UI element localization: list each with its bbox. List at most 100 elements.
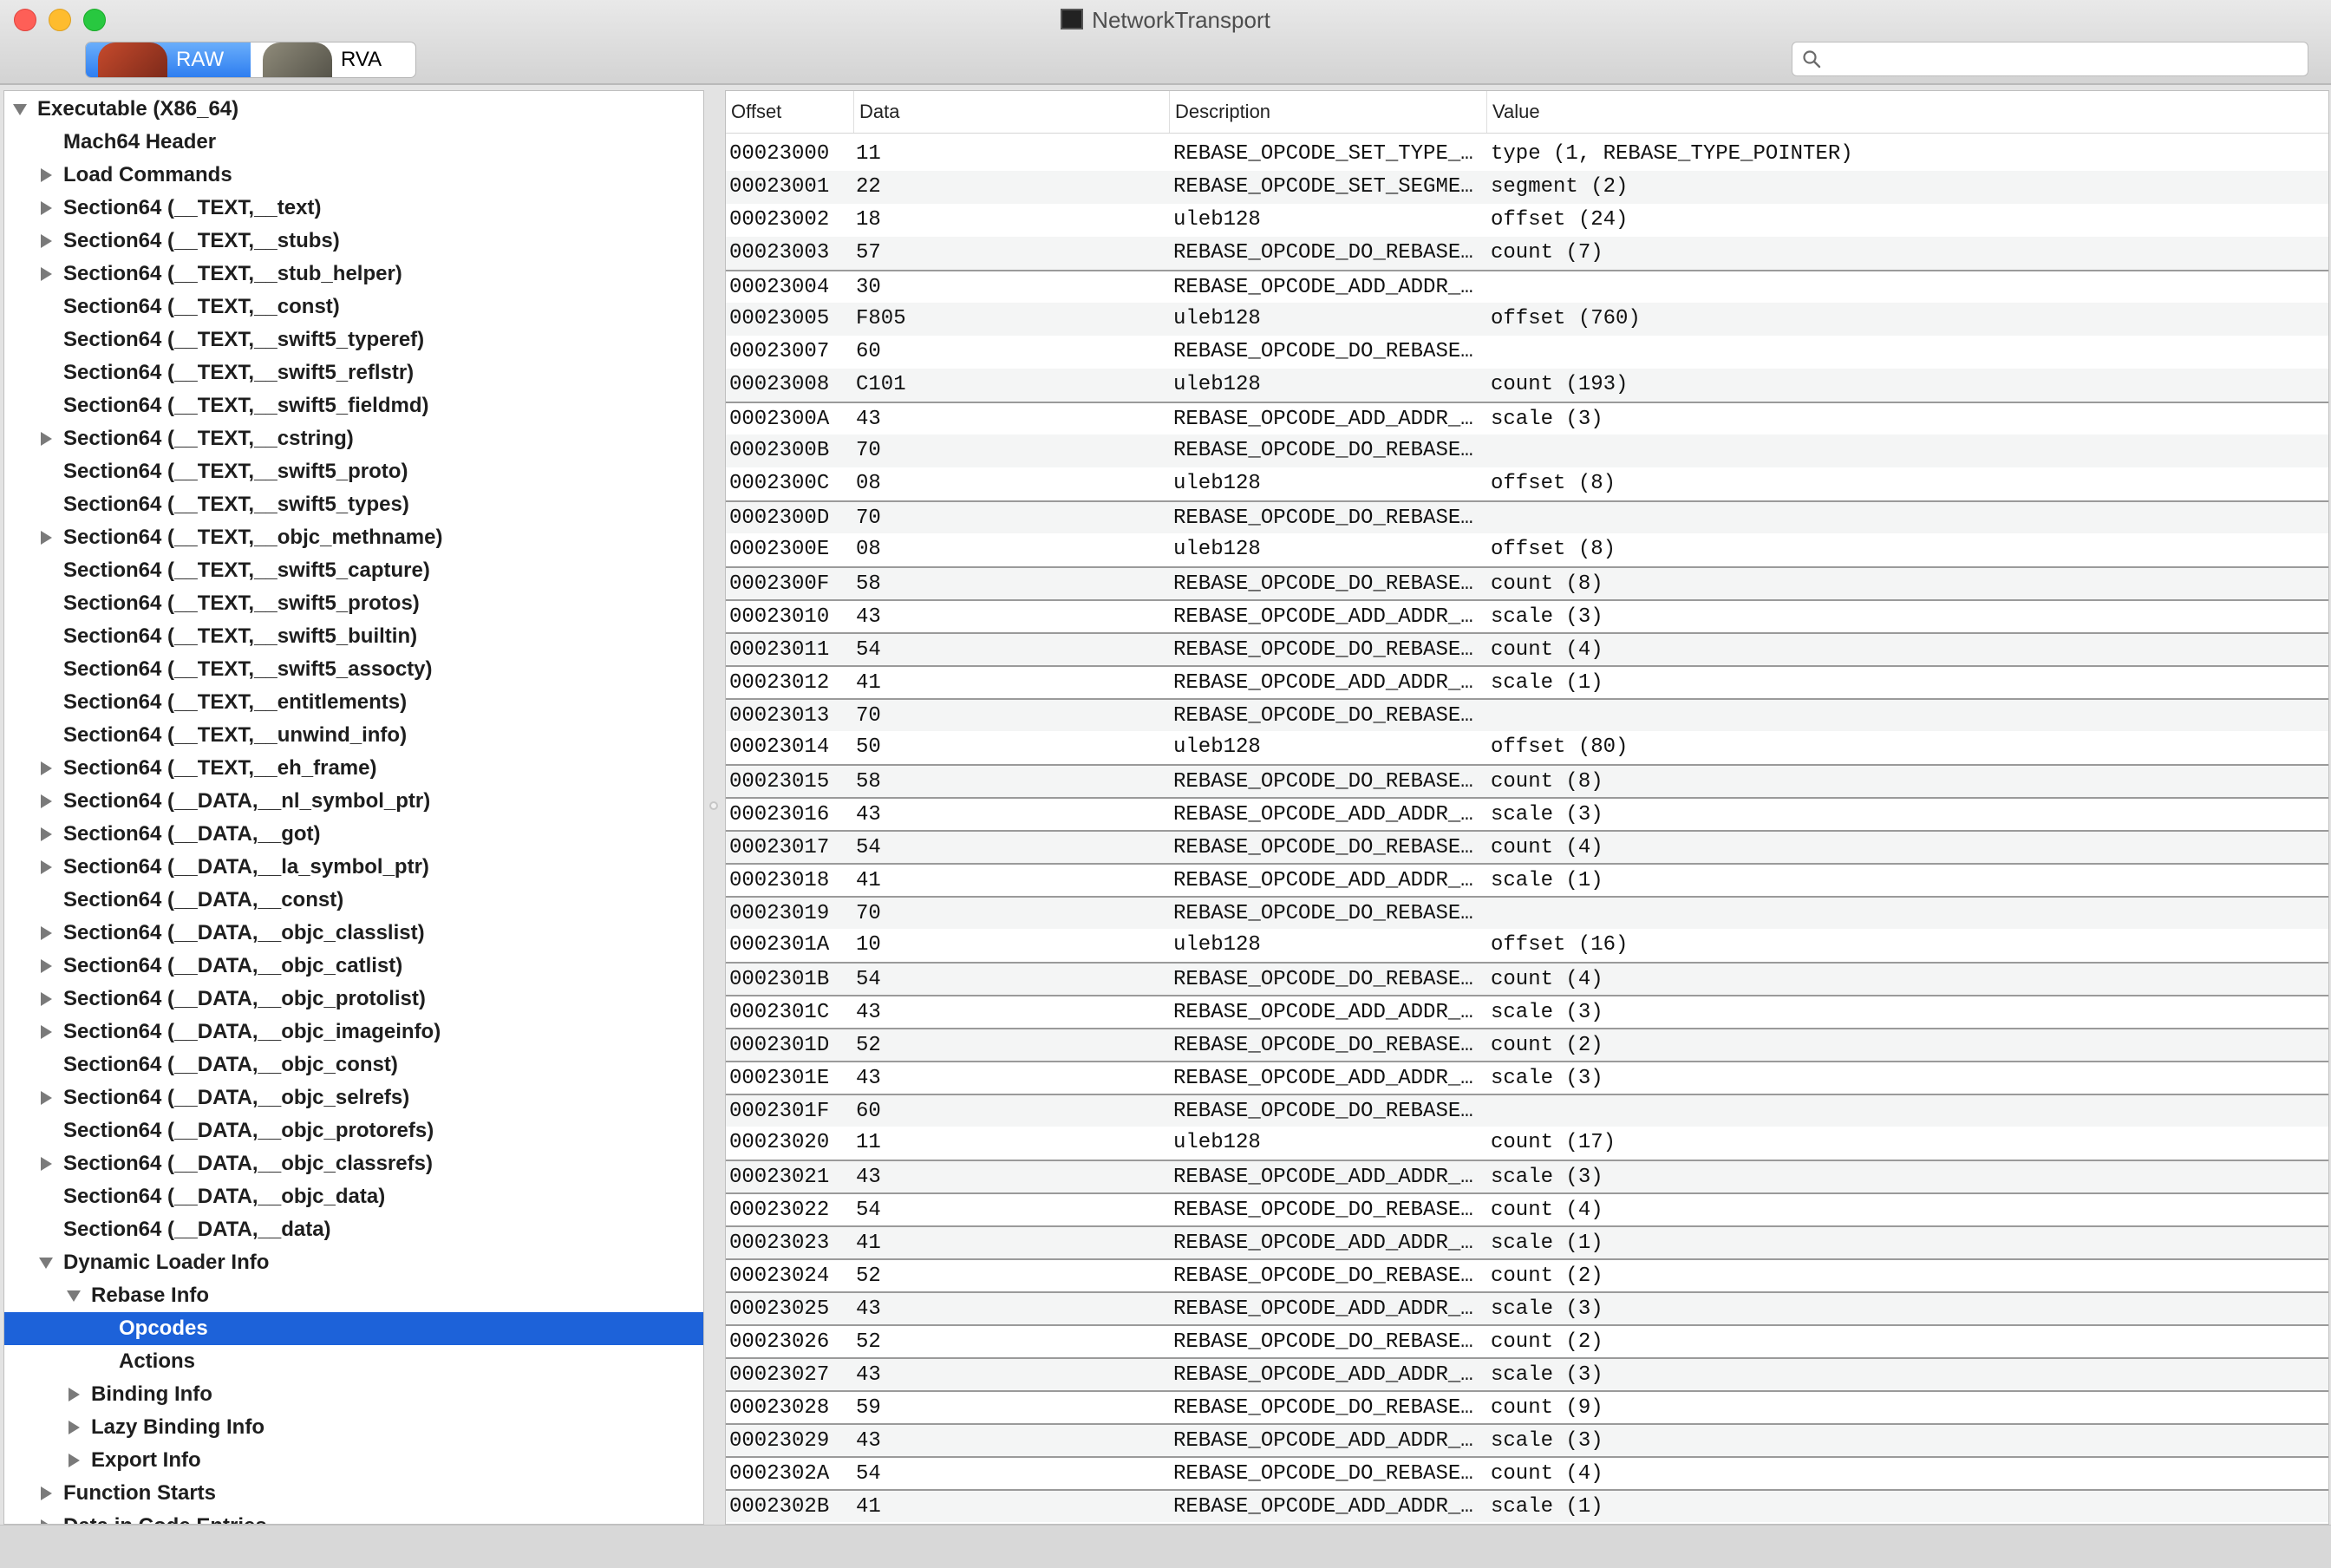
table-row[interactable]: 00023002 18 uleb128 offset (24) (726, 204, 2328, 237)
table-row[interactable]: 0002300A 43 REBASE_OPCODE_ADD_ADDR_IMM_SCA… (726, 402, 2328, 434)
tree-item[interactable]: Dynamic Loader Info (4, 1246, 703, 1279)
split-view-divider[interactable] (704, 90, 725, 1523)
tree-item[interactable]: Section64 (__TEXT,__stub_helper) (4, 258, 703, 291)
table-row[interactable]: 00023001 22 REBASE_OPCODE_SET_SEGMENT_AND_… (726, 171, 2328, 204)
tree-item[interactable]: Section64 (__DATA,__objc_classlist) (4, 917, 703, 950)
tree-item[interactable]: Actions (4, 1345, 703, 1378)
tree-item[interactable]: Section64 (__TEXT,__objc_methname) (4, 521, 703, 554)
tree-item[interactable]: Section64 (__TEXT,__swift5_assocty) (4, 653, 703, 686)
tree-item[interactable]: Section64 (__DATA,__objc_data) (4, 1180, 703, 1213)
disclosure-closed-icon[interactable] (67, 1419, 81, 1436)
tree-item[interactable]: Section64 (__DATA,__objc_protorefs) (4, 1114, 703, 1147)
tree-item[interactable]: Section64 (__TEXT,__eh_frame) (4, 752, 703, 785)
tree-item[interactable]: Section64 (__TEXT,__unwind_info) (4, 719, 703, 752)
table-row[interactable]: 0002300E 08 uleb128 offset (8) (726, 533, 2328, 566)
table-row[interactable]: 0002301B 54 REBASE_OPCODE_DO_REBASE_IMM_TI… (726, 962, 2328, 995)
tree-item[interactable]: Mach64 Header (4, 126, 703, 159)
column-header-description[interactable]: Description (1170, 91, 1487, 133)
table-row[interactable]: 00023021 43 REBASE_OPCODE_ADD_ADDR_IMM_SCA… (726, 1160, 2328, 1192)
rva-mode-button[interactable]: RVA (251, 42, 415, 77)
table-row[interactable]: 0002301A 10 uleb128 offset (16) (726, 929, 2328, 962)
table-row[interactable]: 00023022 54 REBASE_OPCODE_DO_REBASE_IMM_TI… (726, 1192, 2328, 1225)
table-row[interactable]: 00023018 41 REBASE_OPCODE_ADD_ADDR_IMM_SCA… (726, 863, 2328, 896)
tree-item[interactable]: Lazy Binding Info (4, 1411, 703, 1444)
table-row[interactable]: 00023016 43 REBASE_OPCODE_ADD_ADDR_IMM_SCA… (726, 797, 2328, 830)
tree-item[interactable]: Rebase Info (4, 1279, 703, 1312)
table-row[interactable]: 0002300C 08 uleb128 offset (8) (726, 467, 2328, 500)
disclosure-open-icon[interactable] (39, 1254, 53, 1271)
tree-item[interactable]: Section64 (__DATA,__got) (4, 818, 703, 851)
tree-item[interactable]: Section64 (__TEXT,__swift5_types) (4, 488, 703, 521)
tree-item[interactable]: Section64 (__TEXT,__text) (4, 192, 703, 225)
tree-item[interactable]: Section64 (__DATA,__objc_selrefs) (4, 1081, 703, 1114)
disclosure-closed-icon[interactable] (39, 793, 53, 810)
tree-item[interactable]: Section64 (__DATA,__const) (4, 884, 703, 917)
table-row[interactable]: 0002301D 52 REBASE_OPCODE_DO_REBASE_IMM_TI… (726, 1028, 2328, 1061)
tree-item[interactable]: Section64 (__TEXT,__cstring) (4, 422, 703, 455)
disclosure-closed-icon[interactable] (39, 1089, 53, 1107)
table-row[interactable]: 0002301F 60 REBASE_OPCODE_DO_REBASE_ULEB_T… (726, 1094, 2328, 1127)
table-row[interactable]: 00023004 30 REBASE_OPCODE_ADD_ADDR_ULEB (726, 270, 2328, 303)
disclosure-closed-icon[interactable] (39, 1518, 53, 1524)
table-row[interactable]: 00023025 43 REBASE_OPCODE_ADD_ADDR_IMM_SCA… (726, 1291, 2328, 1324)
tree-item[interactable]: Section64 (__TEXT,__swift5_fieldmd) (4, 389, 703, 422)
tree-item[interactable]: Section64 (__DATA,__objc_imageinfo) (4, 1016, 703, 1049)
tree-item[interactable]: Section64 (__DATA,__nl_symbol_ptr) (4, 785, 703, 818)
tree-item[interactable]: Section64 (__TEXT,__swift5_protos) (4, 587, 703, 620)
table-row[interactable]: 00023012 41 REBASE_OPCODE_ADD_ADDR_IMM_SCA… (726, 665, 2328, 698)
table-row[interactable]: 00023003 57 REBASE_OPCODE_DO_REBASE_IMM_TI… (726, 237, 2328, 270)
table-row[interactable]: 00023023 41 REBASE_OPCODE_ADD_ADDR_IMM_SCA… (726, 1225, 2328, 1258)
tree-item[interactable]: Section64 (__DATA,__objc_catlist) (4, 950, 703, 983)
disclosure-closed-icon[interactable] (39, 199, 53, 217)
column-header-data[interactable]: Data (854, 91, 1170, 133)
tree-item[interactable]: Function Starts (4, 1477, 703, 1510)
tree-item[interactable]: Executable (X86_64) (4, 93, 703, 126)
table-row[interactable]: 00023005 F805 uleb128 offset (760) (726, 303, 2328, 336)
table-row[interactable]: 0002302B 41 REBASE_OPCODE_ADD_ADDR_IMM_SCA… (726, 1489, 2328, 1522)
disclosure-closed-icon[interactable] (39, 430, 53, 448)
tree-item[interactable]: Section64 (__TEXT,__swift5_proto) (4, 455, 703, 488)
disclosure-closed-icon[interactable] (67, 1452, 81, 1469)
disclosure-closed-icon[interactable] (39, 924, 53, 942)
table-row[interactable]: 00023015 58 REBASE_OPCODE_DO_REBASE_IMM_TI… (726, 764, 2328, 797)
table-row[interactable]: 00023011 54 REBASE_OPCODE_DO_REBASE_IMM_TI… (726, 632, 2328, 665)
table-row[interactable]: 0002301C 43 REBASE_OPCODE_ADD_ADDR_IMM_SCA… (726, 995, 2328, 1028)
table-row[interactable]: 0002302A 54 REBASE_OPCODE_DO_REBASE_IMM_TI… (726, 1456, 2328, 1489)
table-row[interactable]: 00023008 C101 uleb128 count (193) (726, 369, 2328, 402)
tree-item[interactable]: Section64 (__TEXT,__swift5_typeref) (4, 323, 703, 356)
disclosure-closed-icon[interactable] (39, 167, 53, 184)
disclosure-closed-icon[interactable] (39, 265, 53, 283)
table-row[interactable]: 00023000 11 REBASE_OPCODE_SET_TYPE_IMM type… (726, 138, 2328, 171)
table-row[interactable]: 00023027 43 REBASE_OPCODE_ADD_ADDR_IMM_SCA… (726, 1357, 2328, 1390)
table-row[interactable]: 0002300D 70 REBASE_OPCODE_DO_REBASE_ADD_AD… (726, 500, 2328, 533)
disclosure-closed-icon[interactable] (39, 826, 53, 843)
search-field[interactable] (1792, 42, 2308, 76)
disclosure-closed-icon[interactable] (39, 529, 53, 546)
tree-item[interactable]: Section64 (__TEXT,__entitlements) (4, 686, 703, 719)
disclosure-closed-icon[interactable] (39, 1023, 53, 1041)
tree-item[interactable]: Export Info (4, 1444, 703, 1477)
tree-item[interactable]: Section64 (__DATA,__objc_const) (4, 1049, 703, 1081)
raw-mode-button[interactable]: RAW (86, 42, 251, 77)
table-row[interactable]: 00023024 52 REBASE_OPCODE_DO_REBASE_IMM_TI… (726, 1258, 2328, 1291)
disclosure-closed-icon[interactable] (39, 859, 53, 876)
disclosure-open-icon[interactable] (67, 1287, 81, 1304)
table-row[interactable]: 0002300F 58 REBASE_OPCODE_DO_REBASE_IMM_TI… (726, 566, 2328, 599)
tree-item[interactable]: Section64 (__TEXT,__swift5_builtin) (4, 620, 703, 653)
table-row[interactable]: 00023020 11 uleb128 count (17) (726, 1127, 2328, 1160)
tree-item[interactable]: Section64 (__TEXT,__swift5_capture) (4, 554, 703, 587)
tree-item[interactable]: Section64 (__DATA,__objc_classrefs) (4, 1147, 703, 1180)
divider-handle[interactable] (709, 801, 718, 810)
table-row[interactable]: 00023028 59 REBASE_OPCODE_DO_REBASE_IMM_TI… (726, 1390, 2328, 1423)
table-row[interactable]: 00023017 54 REBASE_OPCODE_DO_REBASE_IMM_TI… (726, 830, 2328, 863)
tree-item[interactable]: Opcodes (4, 1312, 703, 1345)
table-row[interactable]: 00023029 43 REBASE_OPCODE_ADD_ADDR_IMM_SCA… (726, 1423, 2328, 1456)
disclosure-closed-icon[interactable] (39, 990, 53, 1008)
column-header-value[interactable]: Value (1487, 91, 2328, 133)
disclosure-closed-icon[interactable] (39, 957, 53, 975)
disclosure-open-icon[interactable] (13, 101, 27, 118)
table-row[interactable]: 00023026 52 REBASE_OPCODE_DO_REBASE_IMM_TI… (726, 1324, 2328, 1357)
table-row[interactable]: 00023010 43 REBASE_OPCODE_ADD_ADDR_IMM_SCA… (726, 599, 2328, 632)
tree-item[interactable]: Data in Code Entries (4, 1510, 703, 1524)
search-input[interactable] (1829, 46, 2308, 72)
